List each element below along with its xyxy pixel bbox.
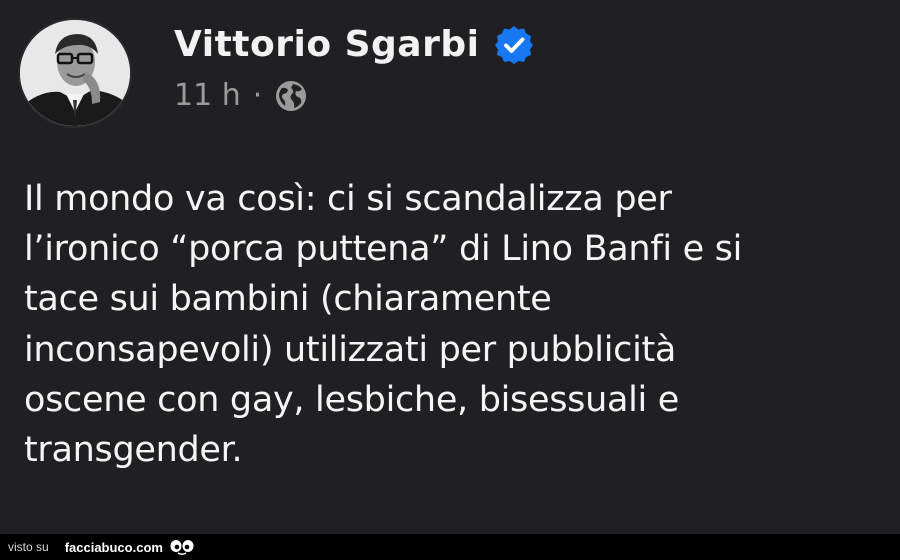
globe-icon[interactable] [274,79,308,113]
footer-prefix-text: visto su [8,540,49,554]
author-name[interactable]: Vittorio Sgarbi [174,21,479,69]
post-body-text: Il mondo va così: ci si scandalizza per … [24,179,743,471]
post-meta: 11 h · [174,76,308,116]
post-timestamp[interactable]: 11 h [174,76,241,116]
footer-site-name: facciabuco.com [64,539,163,555]
eyes-logo-icon [170,540,194,555]
author-row: Vittorio Sgarbi [174,21,535,69]
meta-separator: · [252,78,263,113]
author-avatar[interactable] [20,20,130,126]
watermark-footer: visto su facciabuco.com [0,534,900,560]
facebook-post: Vittorio Sgarbi 11 h · Il mondo va così:… [0,0,900,534]
verified-badge-icon [495,26,534,64]
avatar-portrait-image [20,20,130,126]
